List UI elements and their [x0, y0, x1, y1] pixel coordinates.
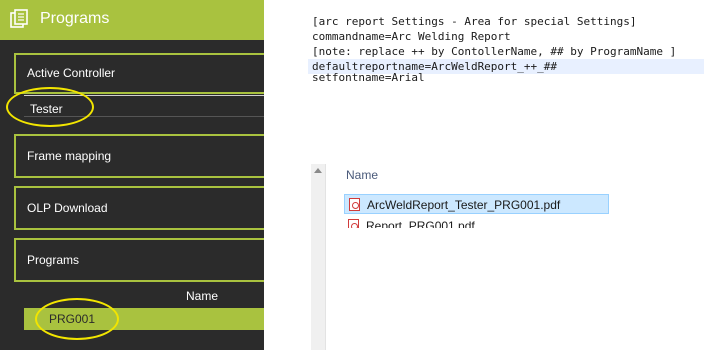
frame-mapping-section[interactable]: Frame mapping [14, 134, 264, 178]
settings-line: [note: replace ++ by ContollerName, ## b… [312, 45, 677, 58]
file-row-selected[interactable]: ArcWeldReport_Tester_PRG001.pdf [344, 194, 609, 214]
highlight-ellipse-tester [6, 87, 94, 127]
panel-title: Programs [40, 10, 110, 27]
panel-header: Programs [0, 0, 264, 40]
settings-line: [arc report Settings - Area for special … [312, 15, 637, 28]
olp-download-section[interactable]: OLP Download [14, 186, 264, 230]
explorer-scrollbar[interactable] [311, 164, 326, 350]
file-row-clip: Report_PRG001.pdf [344, 216, 609, 228]
programs-icon [10, 9, 28, 28]
active-controller-label: Active Controller [27, 66, 116, 80]
file-name: Report_PRG001.pdf [366, 219, 475, 228]
programs-panel: Programs Active Controller Tester Frame … [0, 0, 264, 350]
pdf-icon [349, 198, 360, 211]
scroll-up-icon[interactable] [314, 168, 322, 173]
file-name: ArcWeldReport_Tester_PRG001.pdf [367, 198, 561, 212]
settings-text[interactable]: [arc report Settings - Area for special … [308, 14, 704, 86]
highlight-ellipse-prg001 [35, 298, 119, 340]
file-row[interactable]: Report_PRG001.pdf [344, 216, 609, 228]
pdf-icon [348, 219, 359, 228]
frame-mapping-label: Frame mapping [27, 149, 112, 163]
table-header-name[interactable]: Name [186, 289, 218, 303]
explorer-column-name[interactable]: Name [346, 168, 378, 182]
programs-section[interactable]: Programs [14, 238, 264, 282]
olp-download-label: OLP Download [27, 201, 108, 215]
programs-section-label: Programs [27, 253, 80, 267]
settings-line: commandname=Arc Welding Report [312, 30, 511, 43]
